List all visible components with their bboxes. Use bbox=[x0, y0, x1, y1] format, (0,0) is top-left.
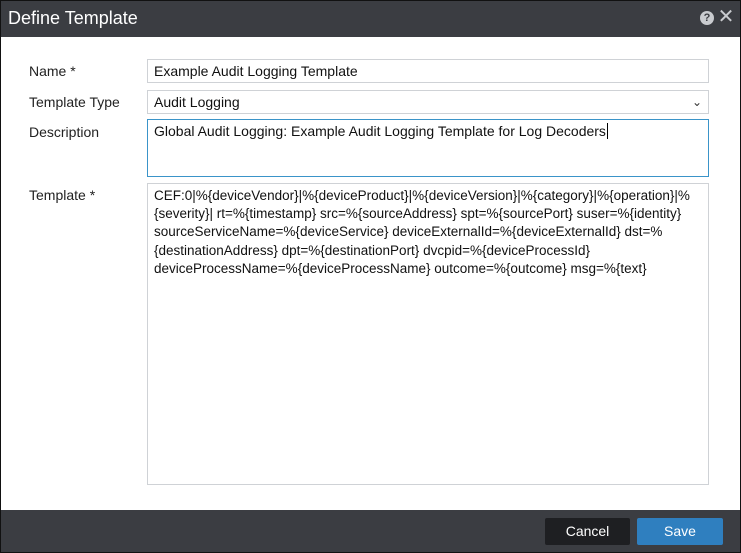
chevron-down-icon: ⌄ bbox=[691, 95, 702, 109]
save-button[interactable]: Save bbox=[637, 518, 723, 545]
description-field[interactable]: Global Audit Logging: Example Audit Logg… bbox=[147, 119, 709, 177]
description-label: Description bbox=[29, 124, 100, 140]
dialog-titlebar: Define Template ? ✕ bbox=[1, 1, 740, 37]
template-type-select[interactable]: Audit Logging ⌄ bbox=[147, 90, 709, 114]
text-cursor bbox=[606, 123, 608, 139]
define-template-dialog: Define Template ? ✕ Name * Example Audit… bbox=[0, 0, 741, 553]
template-textarea[interactable]: CEF:0|%{deviceVendor}|%{deviceProduct}|%… bbox=[147, 183, 709, 485]
close-icon[interactable]: ✕ bbox=[717, 7, 735, 27]
template-type-value: Audit Logging bbox=[154, 94, 240, 110]
template-type-label: Template Type bbox=[29, 94, 120, 110]
dialog-title: Define Template bbox=[8, 8, 138, 28]
name-field-value: Example Audit Logging Template bbox=[154, 63, 358, 79]
help-icon[interactable]: ? bbox=[700, 11, 714, 25]
template-label: Template * bbox=[29, 187, 96, 203]
template-textarea-value: CEF:0|%{deviceVendor}|%{deviceProduct}|%… bbox=[154, 188, 690, 276]
cancel-button[interactable]: Cancel bbox=[545, 518, 630, 545]
name-label: Name * bbox=[29, 63, 76, 79]
description-field-value: Global Audit Logging: Example Audit Logg… bbox=[154, 123, 606, 139]
dialog-footer: Cancel Save bbox=[1, 510, 740, 552]
name-field[interactable]: Example Audit Logging Template bbox=[147, 59, 709, 83]
